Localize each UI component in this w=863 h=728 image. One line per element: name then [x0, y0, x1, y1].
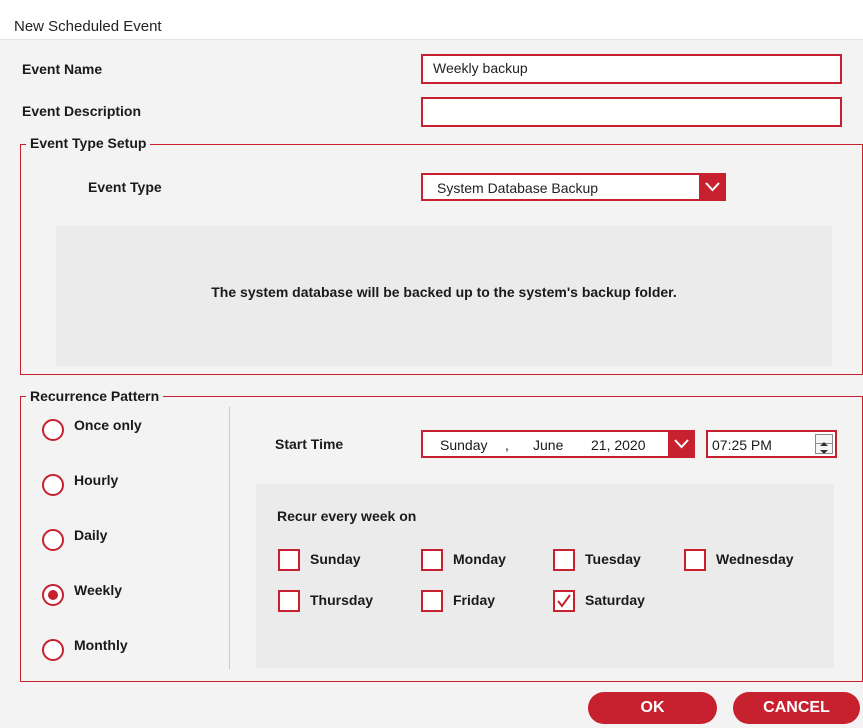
checkbox-label: Thursday [310, 592, 374, 608]
event-description-input[interactable] [421, 97, 842, 127]
title-bar: New Scheduled Event [0, 0, 863, 40]
checkbox-label: Saturday [585, 592, 645, 608]
radio-label: Weekly [74, 582, 122, 598]
window-title: New Scheduled Event [14, 18, 162, 35]
checkbox-box[interactable] [421, 590, 443, 612]
chevron-down-icon[interactable] [668, 430, 695, 458]
spinner-down-icon[interactable] [816, 444, 832, 454]
cancel-button[interactable]: CANCEL [733, 692, 860, 724]
start-date-picker[interactable]: Sunday , June 21, 2020 [421, 430, 695, 458]
time-spinner[interactable] [815, 434, 833, 454]
checkbox-label: Monday [453, 551, 506, 567]
date-weekday[interactable]: Sunday [440, 437, 487, 453]
radio-circle[interactable] [42, 419, 64, 441]
checkbox-label: Tuesday [585, 551, 641, 567]
checkbox-box[interactable] [553, 590, 575, 612]
event-type-info-message: The system database will be backed up to… [211, 284, 677, 300]
recurrence-pattern-title: Recurrence Pattern [26, 388, 164, 404]
radio-label: Daily [74, 527, 108, 543]
event-type-setup-title: Event Type Setup [26, 135, 151, 151]
spinner-up-icon[interactable] [816, 435, 832, 446]
radio-circle[interactable] [42, 529, 64, 551]
checkmark-icon [557, 594, 571, 608]
checkbox-box[interactable] [421, 549, 443, 571]
checkbox-box[interactable] [278, 549, 300, 571]
checkbox-label: Sunday [310, 551, 361, 567]
vertical-divider [229, 407, 230, 669]
checkbox-box[interactable] [553, 549, 575, 571]
ok-button[interactable]: OK [588, 692, 717, 724]
event-type-value: System Database Backup [437, 180, 599, 196]
radio-circle[interactable] [42, 474, 64, 496]
date-separator: , [505, 437, 509, 453]
start-time-input[interactable]: 07:25 PM [706, 430, 837, 458]
radio-label: Once only [74, 417, 142, 433]
checkbox-box[interactable] [278, 590, 300, 612]
date-day-year[interactable]: 21, 2020 [591, 437, 646, 453]
radio-label: Hourly [74, 472, 119, 488]
event-description-label: Event Description [22, 103, 142, 119]
checkbox-box[interactable] [684, 549, 706, 571]
radio-circle[interactable] [42, 639, 64, 661]
start-time-label: Start Time [275, 436, 344, 452]
event-name-label: Event Name [22, 61, 103, 77]
checkbox-label: Wednesday [716, 551, 794, 567]
radio-circle[interactable] [42, 584, 64, 606]
chevron-down-icon[interactable] [699, 173, 726, 201]
event-name-input[interactable]: Weekly backup [421, 54, 842, 84]
start-time-value[interactable]: 07:25 PM [712, 437, 772, 453]
radio-selected-dot [48, 590, 58, 600]
checkbox-label: Friday [453, 592, 496, 608]
date-month[interactable]: June [533, 437, 563, 453]
radio-label: Monthly [74, 637, 128, 653]
event-type-label: Event Type [88, 179, 162, 195]
event-type-select[interactable]: System Database Backup [421, 173, 726, 201]
recur-every-week-label: Recur every week on [277, 508, 417, 524]
event-type-info-panel: The system database will be backed up to… [56, 226, 832, 366]
